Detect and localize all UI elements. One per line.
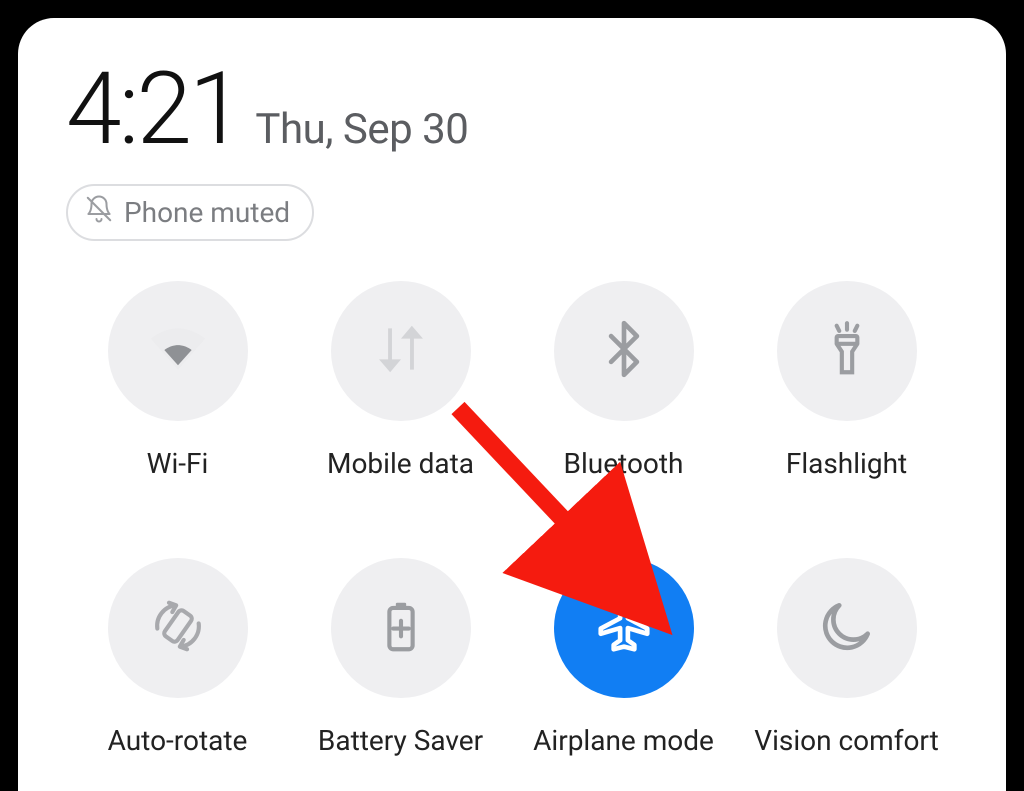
bell-muted-icon	[84, 194, 114, 231]
phone-muted-chip[interactable]: Phone muted	[66, 184, 314, 241]
battery-saver-tile[interactable]: Battery Saver	[318, 558, 483, 757]
airplane-mode-label: Airplane mode	[533, 724, 714, 757]
header: 4:21 Thu, Sep 30	[66, 60, 958, 160]
wifi-icon	[147, 318, 209, 384]
flashlight-tile[interactable]: Flashlight	[777, 281, 917, 480]
airplane-icon	[593, 595, 655, 661]
mobile-data-label: Mobile data	[327, 447, 474, 480]
battery-saver-icon-bg	[331, 558, 471, 698]
battery-saver-icon	[370, 595, 432, 661]
clock-date: Thu, Sep 30	[255, 105, 468, 154]
flashlight-icon	[816, 318, 878, 384]
wifi-icon-bg	[108, 281, 248, 421]
battery-saver-label: Battery Saver	[318, 724, 483, 757]
flashlight-label: Flashlight	[786, 447, 907, 480]
clock-time: 4:21	[66, 60, 241, 160]
vision-comfort-label: Vision comfort	[754, 724, 939, 757]
mobile-data-icon-bg	[331, 281, 471, 421]
quick-settings-panel: 4:21 Thu, Sep 30 Phone muted W	[18, 18, 1006, 791]
moon-icon	[816, 595, 878, 661]
wifi-label: Wi-Fi	[147, 447, 209, 480]
mobile-data-tile[interactable]: Mobile data	[327, 281, 474, 480]
bluetooth-icon	[593, 318, 655, 384]
airplane-mode-tile[interactable]: Airplane mode	[533, 558, 714, 757]
bluetooth-label: Bluetooth	[564, 447, 684, 480]
chip-label: Phone muted	[124, 196, 290, 229]
flashlight-icon-bg	[777, 281, 917, 421]
bluetooth-tile[interactable]: Bluetooth	[554, 281, 694, 480]
auto-rotate-icon	[147, 595, 209, 661]
auto-rotate-label: Auto-rotate	[108, 724, 248, 757]
auto-rotate-tile[interactable]: Auto-rotate	[108, 558, 248, 757]
bluetooth-icon-bg	[554, 281, 694, 421]
airplane-mode-icon-bg	[554, 558, 694, 698]
vision-comfort-tile[interactable]: Vision comfort	[754, 558, 939, 757]
auto-rotate-icon-bg	[108, 558, 248, 698]
quick-settings-grid: Wi-Fi Mobile data	[66, 281, 958, 757]
wifi-tile[interactable]: Wi-Fi	[108, 281, 248, 480]
vision-comfort-icon-bg	[777, 558, 917, 698]
mobile-data-icon	[370, 318, 432, 384]
